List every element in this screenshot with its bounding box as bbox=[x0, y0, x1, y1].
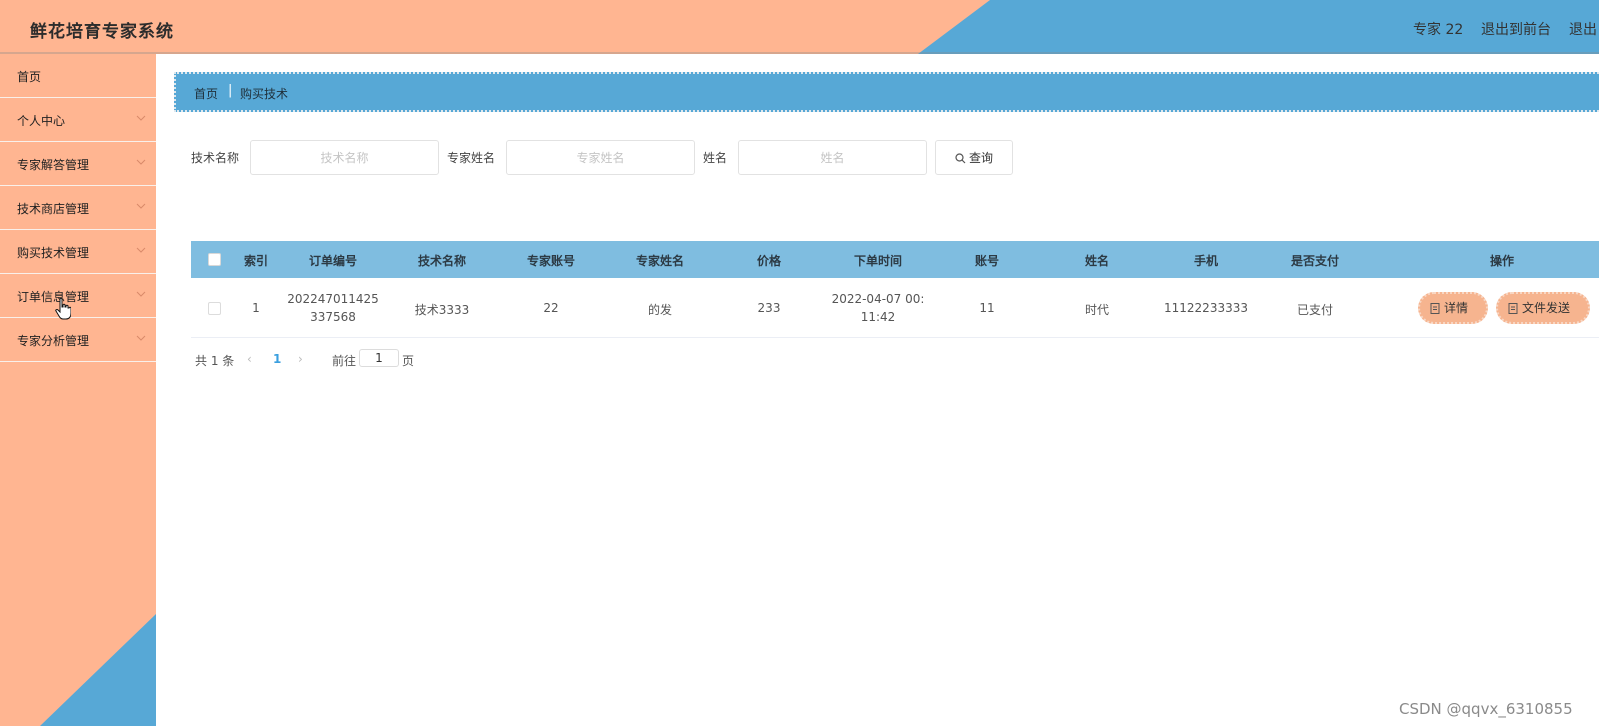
header-blue-decoration bbox=[918, 0, 1599, 54]
breadcrumb-separator: | bbox=[228, 83, 233, 98]
cell-order-time: 2022-04-07 00: 11:42 bbox=[831, 292, 925, 324]
pagination-goto-label: 前往 bbox=[332, 354, 357, 368]
column-header-account: 账号 bbox=[974, 254, 1000, 268]
column-header-order-time: 下单时间 bbox=[853, 254, 903, 268]
sidebar: 首页 个人中心 专家解答管理 技术商店管理 购买技术管理 订单信息管理 专家分析… bbox=[0, 54, 156, 726]
sidebar-item-expert-analysis[interactable]: 专家分析管理 bbox=[0, 318, 156, 362]
sidebar-item-label: 技术商店管理 bbox=[17, 202, 90, 216]
cell-expert-account: 22 bbox=[543, 301, 559, 315]
chevron-down-icon bbox=[136, 203, 146, 209]
cell-index: 1 bbox=[252, 301, 260, 315]
column-header-operation: 操作 bbox=[1489, 254, 1515, 268]
sidebar-item-label: 订单信息管理 bbox=[17, 290, 90, 304]
table-header: 索引 订单编号 技术名称 专家账号 专家姓名 价格 下单时间 账号 姓名 手机 … bbox=[191, 241, 1599, 278]
tech-name-label: 技术名称 bbox=[191, 151, 240, 165]
name-input[interactable] bbox=[738, 140, 927, 175]
chevron-down-icon bbox=[136, 247, 146, 253]
cell-expert-name: 的发 bbox=[647, 303, 673, 317]
search-button-label: 查询 bbox=[968, 151, 993, 165]
cell-tech-name: 技术3333 bbox=[414, 303, 470, 317]
expert-name-label: 专家姓名 bbox=[447, 151, 496, 165]
sidebar-item-label: 购买技术管理 bbox=[17, 246, 90, 260]
app-title: 鲜花培育专家系统 bbox=[30, 22, 174, 42]
sidebar-item-label: 专家解答管理 bbox=[17, 158, 90, 172]
select-all-checkbox[interactable] bbox=[208, 253, 221, 266]
column-header-tech-name: 技术名称 bbox=[417, 254, 467, 268]
chevron-down-icon bbox=[136, 335, 146, 341]
pagination-page-1[interactable]: 1 bbox=[273, 352, 281, 366]
send-file-button-label: 文件发送 bbox=[1522, 301, 1571, 315]
sidebar-item-tech-store[interactable]: 技术商店管理 bbox=[0, 186, 156, 230]
search-icon bbox=[955, 153, 966, 164]
detail-button-label: 详情 bbox=[1444, 301, 1469, 315]
chevron-down-icon bbox=[136, 291, 146, 297]
detail-button[interactable]: 详情 bbox=[1418, 292, 1488, 324]
expert-name-input[interactable] bbox=[506, 140, 695, 175]
hand-cursor-icon bbox=[55, 298, 71, 320]
cell-name: 时代 bbox=[1084, 303, 1110, 317]
pagination-prev-button[interactable]: ‹ bbox=[247, 352, 252, 366]
send-file-button[interactable]: 文件发送 bbox=[1496, 292, 1590, 324]
pagination-goto-input[interactable] bbox=[359, 349, 399, 367]
pagination-total: 共 1 条 bbox=[195, 354, 235, 368]
document-icon bbox=[1430, 303, 1440, 314]
document-icon bbox=[1508, 303, 1518, 314]
pagination-page-suffix: 页 bbox=[402, 354, 415, 368]
sidebar-item-home[interactable]: 首页 bbox=[0, 54, 156, 98]
logout-link[interactable]: 退出 bbox=[1569, 19, 1597, 39]
sidebar-item-personal-center[interactable]: 个人中心 bbox=[0, 98, 156, 142]
column-header-phone: 手机 bbox=[1193, 254, 1219, 268]
exit-to-front-link[interactable]: 退出到前台 bbox=[1481, 19, 1551, 39]
sidebar-item-purchase-tech[interactable]: 购买技术管理 bbox=[0, 230, 156, 274]
column-header-price: 价格 bbox=[756, 254, 782, 268]
table-row: 1 202247011425 337568 技术3333 22 的发 233 2… bbox=[191, 278, 1599, 338]
column-header-index: 索引 bbox=[243, 254, 269, 268]
row-checkbox[interactable] bbox=[208, 302, 221, 315]
current-user: 专家 22 bbox=[1413, 22, 1464, 38]
sidebar-item-expert-answer[interactable]: 专家解答管理 bbox=[0, 142, 156, 186]
sidebar-item-label: 首页 bbox=[17, 70, 42, 84]
breadcrumb-current: 购买技术 bbox=[240, 87, 289, 101]
header-divider bbox=[0, 52, 1599, 54]
watermark: CSDN @qqvx_6310855 bbox=[1399, 700, 1573, 718]
sidebar-item-label: 专家分析管理 bbox=[17, 334, 90, 348]
chevron-down-icon bbox=[136, 159, 146, 165]
cell-account: 11 bbox=[979, 301, 995, 315]
column-header-name: 姓名 bbox=[1084, 254, 1110, 268]
column-header-expert-name: 专家姓名 bbox=[635, 254, 685, 268]
cell-price: 233 bbox=[757, 301, 781, 315]
chevron-down-icon bbox=[136, 115, 146, 121]
name-label: 姓名 bbox=[703, 151, 728, 165]
cell-paid: 已支付 bbox=[1296, 303, 1334, 317]
sidebar-item-label: 个人中心 bbox=[17, 114, 66, 128]
breadcrumb-home[interactable]: 首页 bbox=[194, 85, 218, 102]
pagination-next-button[interactable]: › bbox=[298, 352, 303, 366]
column-header-paid: 是否支付 bbox=[1290, 254, 1340, 268]
sidebar-item-order-info[interactable]: 订单信息管理 bbox=[0, 274, 156, 318]
tech-name-input[interactable] bbox=[250, 140, 439, 175]
search-button[interactable]: 查询 bbox=[935, 140, 1013, 175]
cell-phone: 11122233333 bbox=[1164, 301, 1248, 315]
column-header-expert-account: 专家账号 bbox=[526, 254, 576, 268]
cell-order-no: 202247011425 337568 bbox=[287, 292, 379, 324]
breadcrumb: 首页 | 购买技术 bbox=[174, 72, 1599, 112]
top-header: 鲜花培育专家系统 专家 22 退出到前台 退出 bbox=[0, 0, 1599, 54]
column-header-order-no: 订单编号 bbox=[308, 254, 358, 268]
